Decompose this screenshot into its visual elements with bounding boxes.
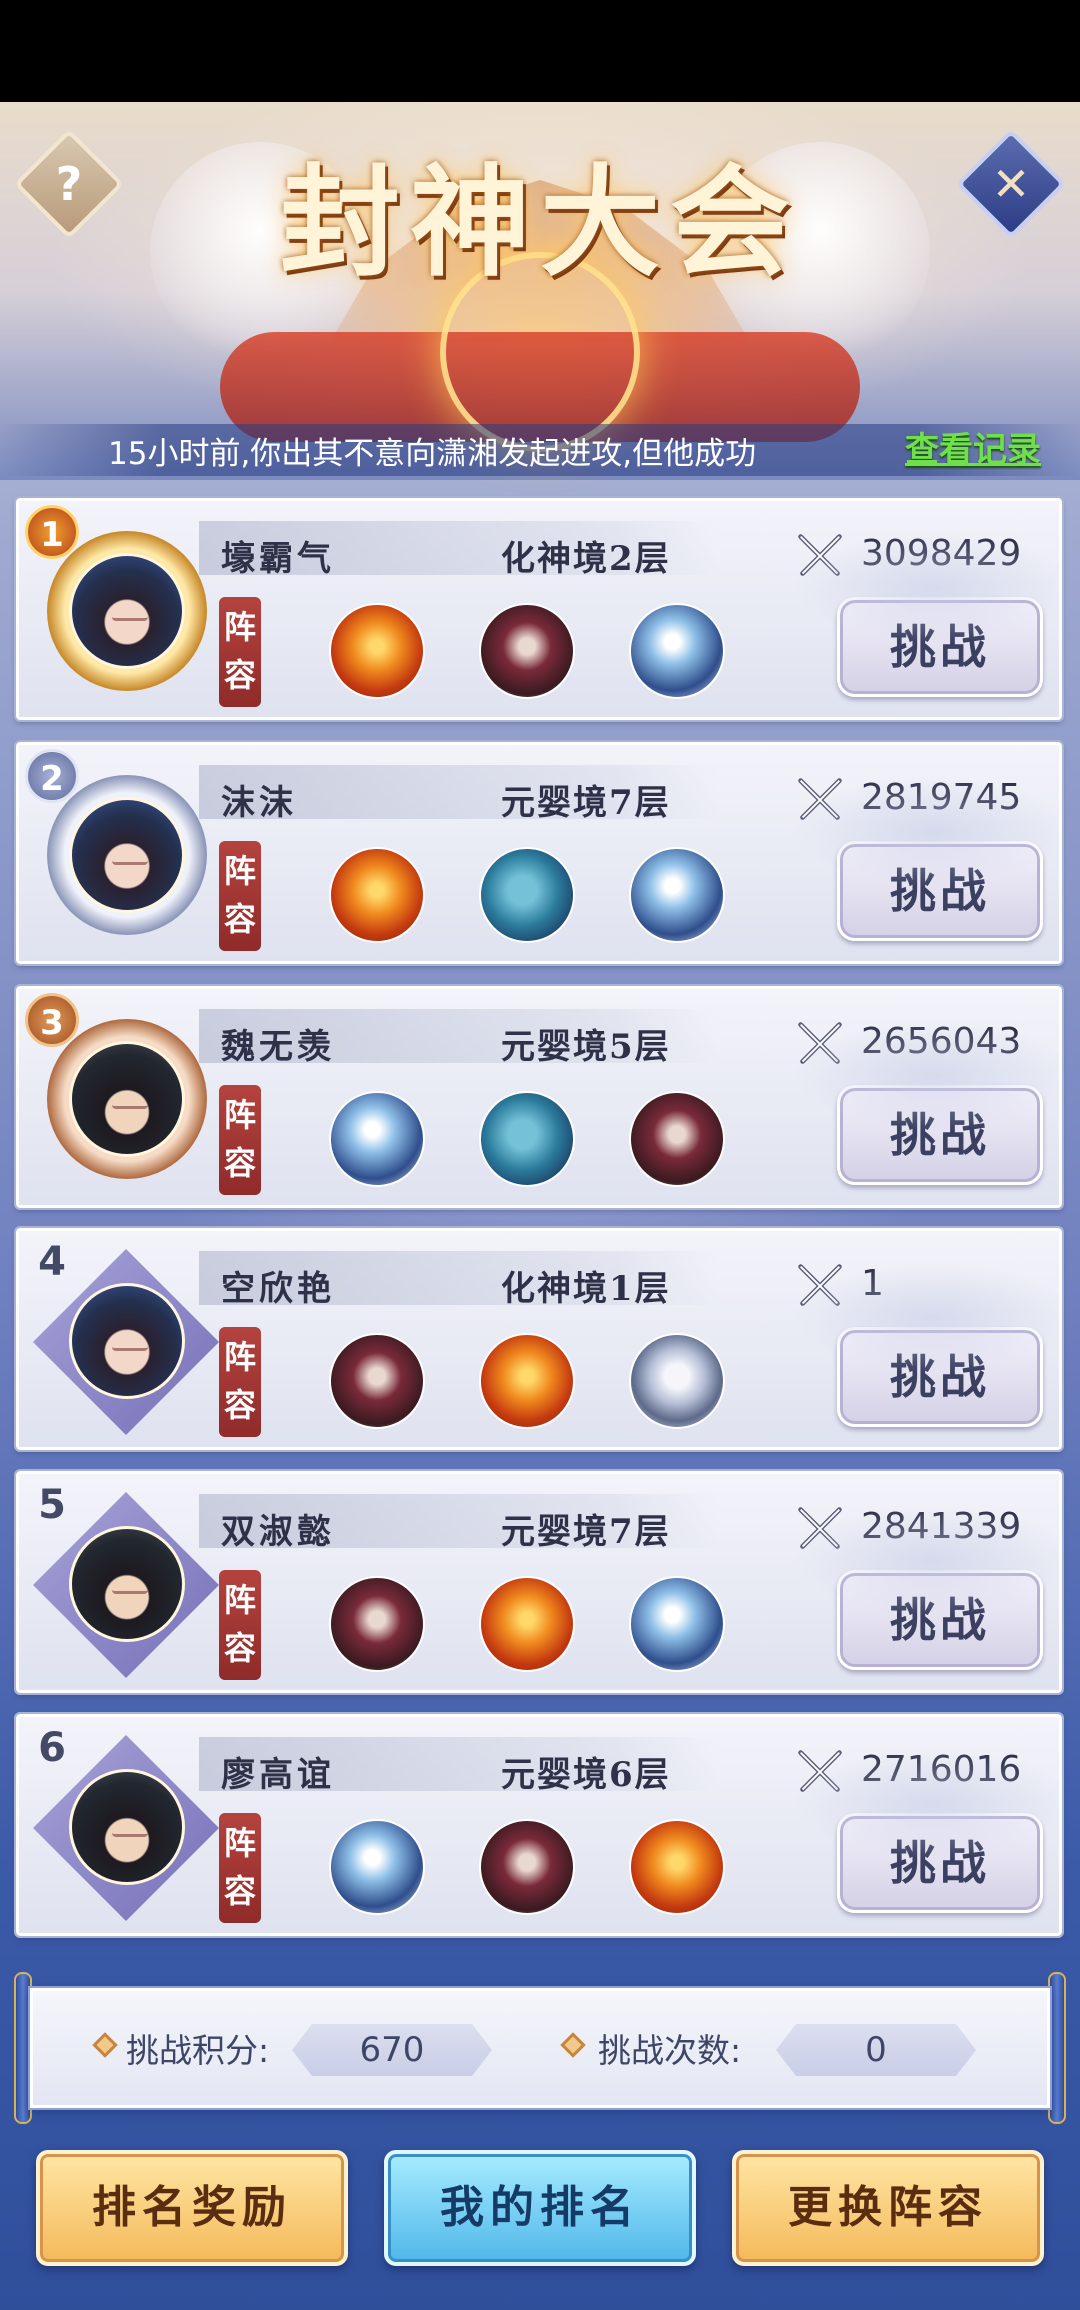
lineup-tag-char: 阵 (223, 1824, 256, 1862)
status-bar (0, 0, 1080, 102)
rank-badge: 1 (25, 505, 79, 559)
lineup-tag-char: 容 (223, 1629, 256, 1667)
scroll-rod-right (1048, 1972, 1066, 2124)
cultivation-realm: 元婴境7层 (501, 783, 671, 823)
challenge-button[interactable]: 挑战 (837, 1813, 1043, 1913)
rank-badge: 3 (25, 993, 79, 1047)
crossed-swords-icon (791, 1743, 849, 1801)
crossed-swords-icon (791, 1257, 849, 1315)
pet-beast-icon[interactable] (479, 1819, 575, 1915)
pet-dragon-icon[interactable] (629, 1576, 725, 1672)
pet-tiger-icon[interactable] (629, 1333, 725, 1429)
challenge-button[interactable]: 挑战 (837, 1570, 1043, 1670)
ranking-card: 3 魏无羡 元婴境5层 2656043 阵容 挑战 (14, 984, 1064, 1210)
lineup-tag: 阵容 (219, 841, 261, 951)
ranking-card: 4 空欣艳 化神境1层 1 阵容 挑战 (14, 1226, 1064, 1452)
crossed-swords-icon (791, 771, 849, 829)
my-rank-button[interactable]: 我的排名 (384, 2150, 696, 2266)
change-lineup-button[interactable]: 更换阵容 (732, 2150, 1044, 2266)
lineup-tag-char: 阵 (223, 1096, 256, 1134)
rank-badge: 4 (38, 1239, 66, 1285)
rank-badge: 2 (25, 749, 79, 803)
pet-beast-icon[interactable] (329, 1333, 425, 1429)
challenge-button[interactable]: 挑战 (837, 841, 1043, 941)
player-name: 空欣艳 (221, 1269, 335, 1309)
avatar[interactable] (69, 1769, 185, 1885)
crossed-swords-icon (791, 1500, 849, 1558)
combat-power: 3098429 (861, 533, 1022, 574)
challenge-attempts-value: 0 (776, 2024, 976, 2076)
player-name: 廖高谊 (221, 1755, 335, 1795)
combat-power: 2716016 (861, 1749, 1022, 1790)
question-icon: ? (55, 157, 83, 211)
avatar[interactable] (69, 1283, 185, 1399)
lineup-tag-char: 容 (223, 1144, 256, 1182)
lineup-tag-char: 容 (223, 1386, 256, 1424)
lineup-tag-char: 阵 (223, 608, 256, 646)
challenge-points-label: 挑战积分: (126, 2031, 270, 2070)
avatar[interactable] (69, 1526, 185, 1642)
ranking-card: 6 廖高谊 元婴境6层 2716016 阵容 挑战 (14, 1712, 1064, 1938)
challenge-points-value: 670 (292, 2024, 492, 2076)
lineup-tag-char: 阵 (223, 852, 256, 890)
lineup-tag-char: 容 (223, 900, 256, 938)
cultivation-realm: 元婴境7层 (501, 1512, 671, 1552)
combat-power: 2656043 (861, 1021, 1022, 1062)
rank-badge: 6 (38, 1725, 66, 1771)
challenge-attempts-label: 挑战次数: (598, 2031, 742, 2070)
battle-notice-text: 15小时前,你出其不意向潇湘发起进攻,但他成功 (108, 436, 757, 472)
combat-power: 2841339 (861, 1506, 1022, 1547)
cultivation-realm: 元婴境6层 (501, 1755, 671, 1795)
rank-reward-button[interactable]: 排名奖励 (36, 2150, 348, 2266)
cultivation-realm: 化神境2层 (501, 539, 671, 579)
close-icon: ✕ (991, 157, 1031, 211)
page-title: 封神大会 (280, 152, 800, 293)
combat-power: 1 (861, 1263, 884, 1304)
challenge-button[interactable]: 挑战 (837, 1327, 1043, 1427)
pet-whale-icon[interactable] (479, 1091, 575, 1187)
crossed-swords-icon (791, 1015, 849, 1073)
lineup-tag: 阵容 (219, 1570, 261, 1680)
avatar[interactable] (69, 1041, 185, 1157)
ranking-card: 1 壕霸气 化神境2层 3098429 阵容 挑战 (14, 496, 1064, 722)
rank-badge: 5 (38, 1482, 66, 1528)
pet-bird-icon[interactable] (329, 603, 425, 699)
avatar[interactable] (69, 797, 185, 913)
lineup-tag-char: 阵 (223, 1581, 256, 1619)
pet-dragon-icon[interactable] (329, 1091, 425, 1187)
lineup-tag: 阵容 (219, 1813, 261, 1923)
pet-bird-icon[interactable] (629, 1819, 725, 1915)
player-name: 魏无羡 (221, 1027, 335, 1067)
ranking-card: 5 双淑懿 元婴境7层 2841339 阵容 挑战 (14, 1469, 1064, 1695)
pet-beast-icon[interactable] (629, 1091, 725, 1187)
pet-whale-icon[interactable] (479, 847, 575, 943)
lineup-tag: 阵容 (219, 1327, 261, 1437)
pet-bird-icon[interactable] (479, 1333, 575, 1429)
pet-beast-icon[interactable] (329, 1576, 425, 1672)
pet-beast-icon[interactable] (479, 603, 575, 699)
lineup-tag: 阵容 (219, 1085, 261, 1195)
pet-dragon-icon[interactable] (629, 603, 725, 699)
view-record-link[interactable]: 查看记录 (905, 422, 1041, 471)
pet-dragon-icon[interactable] (629, 847, 725, 943)
challenge-button[interactable]: 挑战 (837, 597, 1043, 697)
crossed-swords-icon (791, 527, 849, 585)
player-name: 沫沫 (221, 783, 297, 823)
cultivation-realm: 元婴境5层 (501, 1027, 671, 1067)
cultivation-realm: 化神境1层 (501, 1269, 671, 1309)
lineup-tag-char: 容 (223, 1872, 256, 1910)
challenge-button[interactable]: 挑战 (837, 1085, 1043, 1185)
lineup-tag-char: 阵 (223, 1338, 256, 1376)
pet-bird-icon[interactable] (329, 847, 425, 943)
pet-dragon-icon[interactable] (329, 1819, 425, 1915)
ranking-card: 2 沫沫 元婴境7层 2819745 阵容 挑战 (14, 740, 1064, 966)
combat-power: 2819745 (861, 777, 1022, 818)
avatar[interactable] (69, 553, 185, 669)
lineup-tag-char: 容 (223, 656, 256, 694)
lineup-tag: 阵容 (219, 597, 261, 707)
pet-bird-icon[interactable] (479, 1576, 575, 1672)
player-name: 双淑懿 (221, 1512, 335, 1552)
player-name: 壕霸气 (221, 539, 335, 579)
